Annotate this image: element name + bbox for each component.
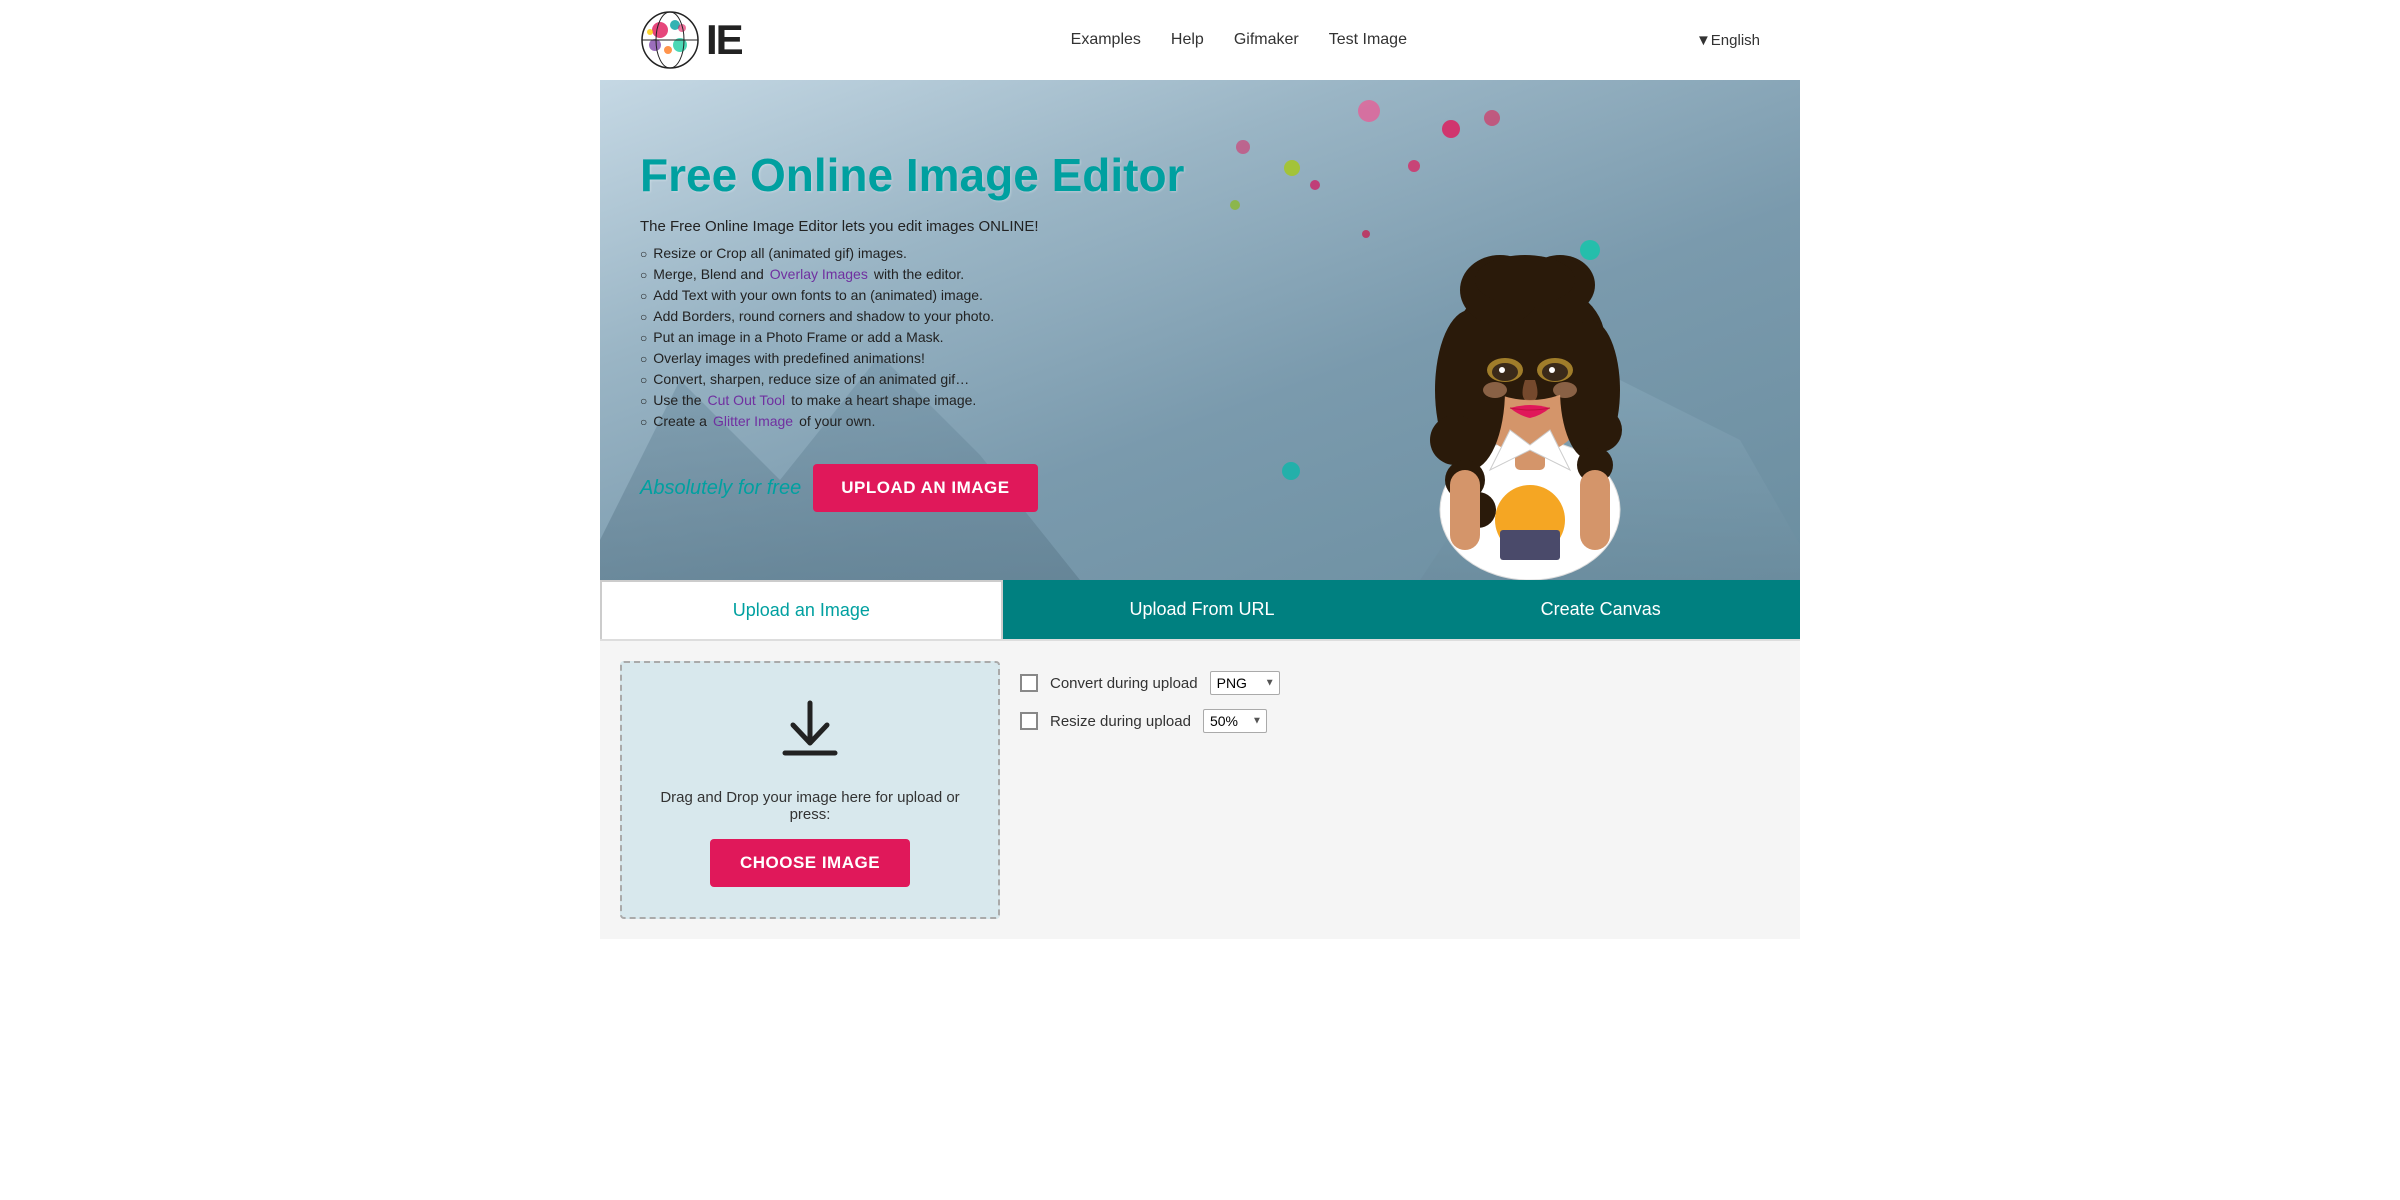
nav-links: Examples Help Gifmaker Test Image bbox=[782, 31, 1696, 49]
nav-link-gifmaker[interactable]: Gifmaker bbox=[1234, 31, 1299, 49]
drop-text: Drag and Drop your image here for upload… bbox=[642, 789, 978, 823]
hero-cta: Absolutely for free UPLOAD AN IMAGE bbox=[640, 464, 1340, 512]
overlay-images-link[interactable]: Overlay Images bbox=[770, 266, 868, 282]
glitter-image-link[interactable]: Glitter Image bbox=[713, 413, 793, 429]
feature-list: Resize or Crop all (animated gif) images… bbox=[640, 245, 1340, 434]
free-text: free bbox=[767, 477, 801, 499]
logo-area: IE bbox=[640, 10, 742, 70]
hero-title: Free Online Image Editor bbox=[640, 148, 1340, 202]
convert-option-row: Convert during upload PNG JPG GIF WEBP bbox=[1020, 671, 1780, 695]
tab-create-canvas[interactable]: Create Canvas bbox=[1401, 580, 1800, 639]
cartoon-woman-illustration bbox=[1370, 90, 1690, 580]
resize-checkbox[interactable] bbox=[1020, 712, 1038, 730]
language-selector[interactable]: ▼English bbox=[1696, 32, 1760, 49]
resize-select-wrapper: 25% 50% 75% 100% bbox=[1203, 709, 1267, 733]
logo-icon bbox=[640, 10, 700, 70]
nav-link-testimage[interactable]: Test Image bbox=[1329, 31, 1407, 49]
drop-zone[interactable]: Drag and Drop your image here for upload… bbox=[620, 661, 1000, 919]
upload-image-cta-button[interactable]: UPLOAD AN IMAGE bbox=[813, 464, 1037, 512]
logo-text: IE bbox=[706, 16, 742, 64]
upload-options: Convert during upload PNG JPG GIF WEBP R… bbox=[1020, 661, 1780, 919]
cta-prefix: Absolutely for free bbox=[640, 477, 801, 500]
feature-item-8: Use the Cut Out Tool to make a heart sha… bbox=[640, 392, 1340, 408]
feature-item-6: Overlay images with predefined animation… bbox=[640, 350, 1340, 366]
hero-section: Free Online Image Editor The Free Online… bbox=[600, 80, 1800, 580]
convert-label: Convert during upload bbox=[1050, 675, 1198, 692]
choose-image-button[interactable]: CHOOSE IMAGE bbox=[710, 839, 910, 887]
upload-icon bbox=[775, 693, 845, 773]
feature-item-7: Convert, sharpen, reduce size of an anim… bbox=[640, 371, 1340, 387]
feature-item-4: Add Borders, round corners and shadow to… bbox=[640, 308, 1340, 324]
resize-option-row: Resize during upload 25% 50% 75% 100% bbox=[1020, 709, 1780, 733]
feature-item-9: Create a Glitter Image of your own. bbox=[640, 413, 1340, 429]
tab-upload-image[interactable]: Upload an Image bbox=[600, 580, 1003, 639]
cut-out-tool-link[interactable]: Cut Out Tool bbox=[708, 392, 786, 408]
upload-section: Drag and Drop your image here for upload… bbox=[600, 641, 1800, 939]
feature-item-2: Merge, Blend and Overlay Images with the… bbox=[640, 266, 1340, 282]
nav-link-help[interactable]: Help bbox=[1171, 31, 1204, 49]
hero-description: The Free Online Image Editor lets you ed… bbox=[640, 218, 1340, 235]
resize-label: Resize during upload bbox=[1050, 713, 1191, 730]
nav-bar: IE Examples Help Gifmaker Test Image ▼En… bbox=[600, 0, 1800, 80]
feature-item-5: Put an image in a Photo Frame or add a M… bbox=[640, 329, 1340, 345]
absolutely-for-text: Absolutely for bbox=[640, 477, 767, 499]
feature-item-3: Add Text with your own fonts to an (anim… bbox=[640, 287, 1340, 303]
tabs-section: Upload an Image Upload From URL Create C… bbox=[600, 580, 1800, 641]
resize-percent-select[interactable]: 25% 50% 75% 100% bbox=[1203, 709, 1267, 733]
tab-upload-url[interactable]: Upload From URL bbox=[1003, 580, 1402, 639]
convert-checkbox[interactable] bbox=[1020, 674, 1038, 692]
feature-item-1: Resize or Crop all (animated gif) images… bbox=[640, 245, 1340, 261]
hero-image-area bbox=[1260, 80, 1800, 580]
convert-select-wrapper: PNG JPG GIF WEBP bbox=[1210, 671, 1280, 695]
convert-format-select[interactable]: PNG JPG GIF WEBP bbox=[1210, 671, 1280, 695]
nav-link-examples[interactable]: Examples bbox=[1071, 31, 1141, 49]
